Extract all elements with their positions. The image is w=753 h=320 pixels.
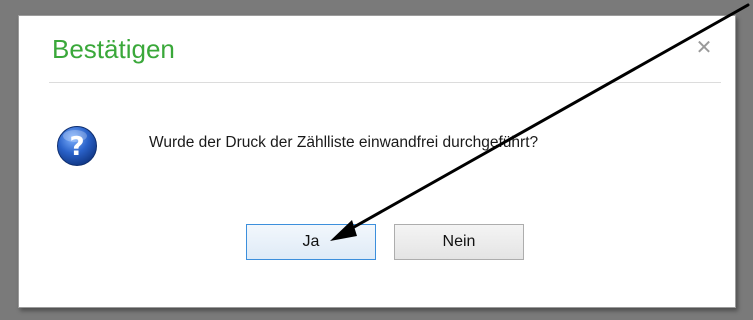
confirm-dialog: Bestätigen ✕ ? Wurde der Druck der Zähll… xyxy=(18,15,736,308)
close-icon[interactable]: ✕ xyxy=(693,36,715,58)
screenshot-frame: Bestätigen ✕ ? Wurde der Druck der Zähll… xyxy=(0,0,753,320)
svg-text:?: ? xyxy=(69,132,84,162)
dialog-message: Wurde der Druck der Zählliste einwandfre… xyxy=(149,134,539,151)
title-divider xyxy=(49,82,721,83)
yes-button[interactable]: Ja xyxy=(246,224,376,260)
dialog-title: Bestätigen xyxy=(52,34,175,64)
no-button[interactable]: Nein xyxy=(394,224,524,260)
question-icon: ? xyxy=(57,126,97,166)
